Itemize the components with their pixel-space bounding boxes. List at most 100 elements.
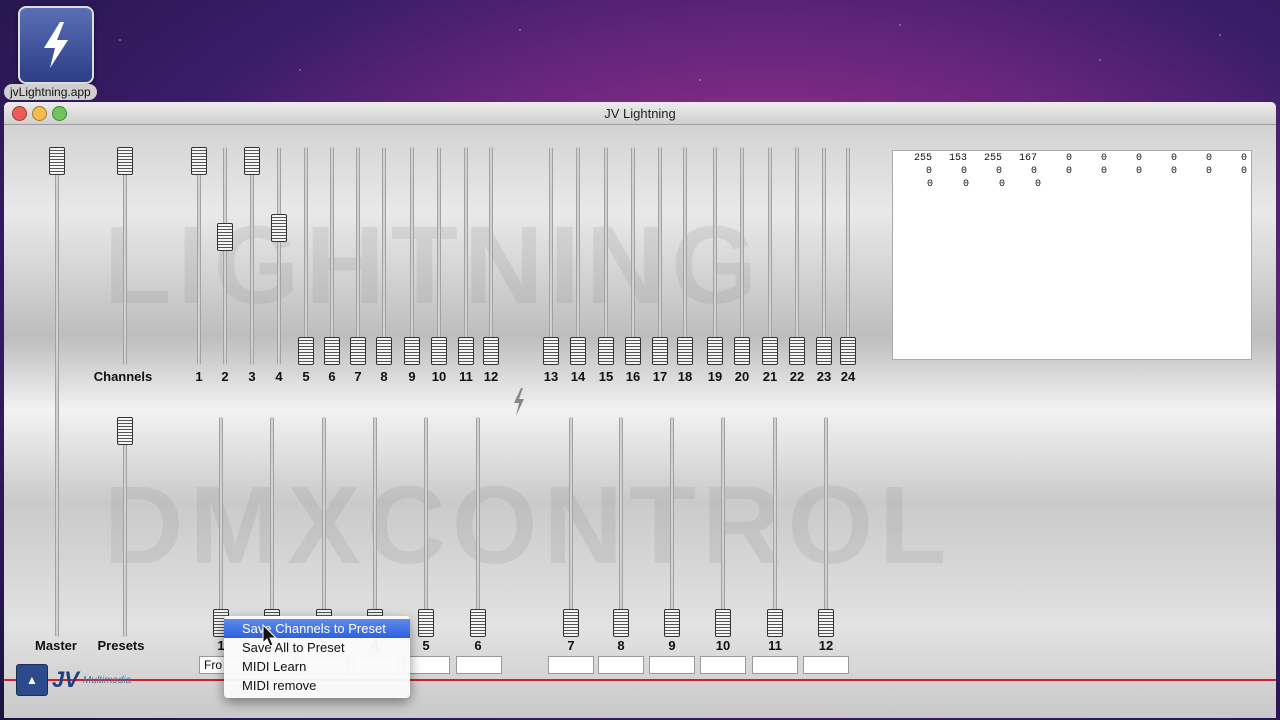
channel-fader-23[interactable] (816, 147, 832, 365)
channel-fader-6[interactable] (324, 147, 340, 365)
fader-knob[interactable] (543, 337, 559, 365)
fader-knob[interactable] (350, 337, 366, 365)
channel-fader-18[interactable] (677, 147, 693, 365)
fader-track (619, 417, 623, 637)
fader-knob[interactable] (789, 337, 805, 365)
app-desktop-icon[interactable] (18, 6, 94, 84)
fader-knob[interactable] (767, 609, 783, 637)
preset-fader-9[interactable] (664, 417, 680, 637)
channel-fader-1[interactable] (191, 147, 207, 365)
preset-name-input-7[interactable] (548, 656, 594, 674)
channel-fader-20[interactable] (734, 147, 750, 365)
channel-fader-24[interactable] (840, 147, 856, 365)
channel-fader-12[interactable] (483, 147, 499, 365)
menu-item-midi-remove[interactable]: MIDI remove (224, 676, 410, 695)
fader-knob[interactable] (734, 337, 750, 365)
preset-fader-6[interactable] (470, 417, 486, 637)
preset-name-input-6[interactable] (456, 656, 502, 674)
channel-fader-16[interactable] (625, 147, 641, 365)
fader-knob[interactable] (117, 417, 133, 445)
fader-track (123, 417, 127, 637)
channel-fader-17[interactable] (652, 147, 668, 365)
minimize-button[interactable] (32, 106, 47, 121)
preset-fader-11[interactable] (767, 417, 783, 637)
fader-knob[interactable] (613, 609, 629, 637)
channel-fader-4[interactable] (271, 147, 287, 365)
fader-knob[interactable] (431, 337, 447, 365)
fader-knob[interactable] (816, 337, 832, 365)
channel-fader-13[interactable] (543, 147, 559, 365)
fader-knob[interactable] (470, 609, 486, 637)
fader-knob[interactable] (418, 609, 434, 637)
channel-fader-10[interactable] (431, 147, 447, 365)
preset-name-input-10[interactable] (700, 656, 746, 674)
fader-track (410, 147, 414, 365)
fader-track (631, 147, 635, 365)
close-button[interactable] (12, 106, 27, 121)
channel-fader-14[interactable] (570, 147, 586, 365)
fader-knob[interactable] (217, 223, 233, 251)
fader-knob[interactable] (652, 337, 668, 365)
preset-fader-10[interactable] (715, 417, 731, 637)
master-fader[interactable] (49, 147, 65, 637)
preset-fader-12[interactable] (818, 417, 834, 637)
channels-fader[interactable] (117, 147, 133, 365)
fader-knob[interactable] (664, 609, 680, 637)
preset-fader-2[interactable] (264, 417, 280, 637)
presets-fader[interactable] (117, 417, 133, 637)
channel-fader-3[interactable] (244, 147, 260, 365)
fader-knob[interactable] (483, 337, 499, 365)
fader-knob[interactable] (715, 609, 731, 637)
fader-knob[interactable] (298, 337, 314, 365)
menu-item-save-channels-to-preset[interactable]: Save Channels to Preset (224, 619, 410, 638)
dmx-value: 0 (1065, 153, 1072, 164)
fader-knob[interactable] (570, 337, 586, 365)
fader-knob[interactable] (271, 213, 287, 242)
fader-knob[interactable] (117, 147, 133, 175)
zoom-button[interactable] (52, 106, 67, 121)
fader-knob[interactable] (762, 337, 778, 365)
preset-name-input-5[interactable] (404, 656, 450, 674)
preset-name-input-12[interactable] (803, 656, 849, 674)
preset-fader-7[interactable] (563, 417, 579, 637)
fader-knob[interactable] (376, 337, 392, 365)
dmx-value: 0 (998, 179, 1005, 190)
channel-fader-8[interactable] (376, 147, 392, 365)
preset-fader-4[interactable] (367, 417, 383, 637)
preset-name-input-11[interactable] (752, 656, 798, 674)
fader-knob[interactable] (707, 337, 723, 365)
fader-knob[interactable] (404, 337, 420, 365)
fader-knob[interactable] (840, 337, 856, 365)
menu-item-save-all-to-preset[interactable]: Save All to Preset (224, 638, 410, 657)
channel-fader-19[interactable] (707, 147, 723, 365)
fader-track (549, 147, 553, 365)
channel-fader-15[interactable] (598, 147, 614, 365)
fader-knob[interactable] (191, 147, 207, 175)
fader-knob[interactable] (563, 609, 579, 637)
preset-fader-5[interactable] (418, 417, 434, 637)
channel-fader-9[interactable] (404, 147, 420, 365)
channel-fader-2[interactable] (217, 147, 233, 365)
fader-knob[interactable] (244, 147, 260, 175)
fader-knob[interactable] (625, 337, 641, 365)
preset-fader-1[interactable] (213, 417, 229, 637)
dmx-value: 0 (1135, 166, 1142, 177)
menu-item-midi-learn[interactable]: MIDI Learn (224, 657, 410, 676)
channel-fader-11[interactable] (458, 147, 474, 365)
preset-name-input-8[interactable] (598, 656, 644, 674)
fader-knob[interactable] (458, 337, 474, 365)
app-desktop-icon-label[interactable]: jvLightning.app (4, 84, 97, 100)
fader-knob[interactable] (49, 147, 65, 175)
preset-fader-8[interactable] (613, 417, 629, 637)
channel-fader-22[interactable] (789, 147, 805, 365)
fader-knob[interactable] (598, 337, 614, 365)
channel-fader-5[interactable] (298, 147, 314, 365)
preset-fader-3[interactable] (316, 417, 332, 637)
channel-fader-7[interactable] (350, 147, 366, 365)
fader-knob[interactable] (818, 609, 834, 637)
channel-fader-21[interactable] (762, 147, 778, 365)
fader-knob[interactable] (677, 337, 693, 365)
fader-track (356, 147, 360, 365)
preset-name-input-9[interactable] (649, 656, 695, 674)
fader-knob[interactable] (324, 337, 340, 365)
